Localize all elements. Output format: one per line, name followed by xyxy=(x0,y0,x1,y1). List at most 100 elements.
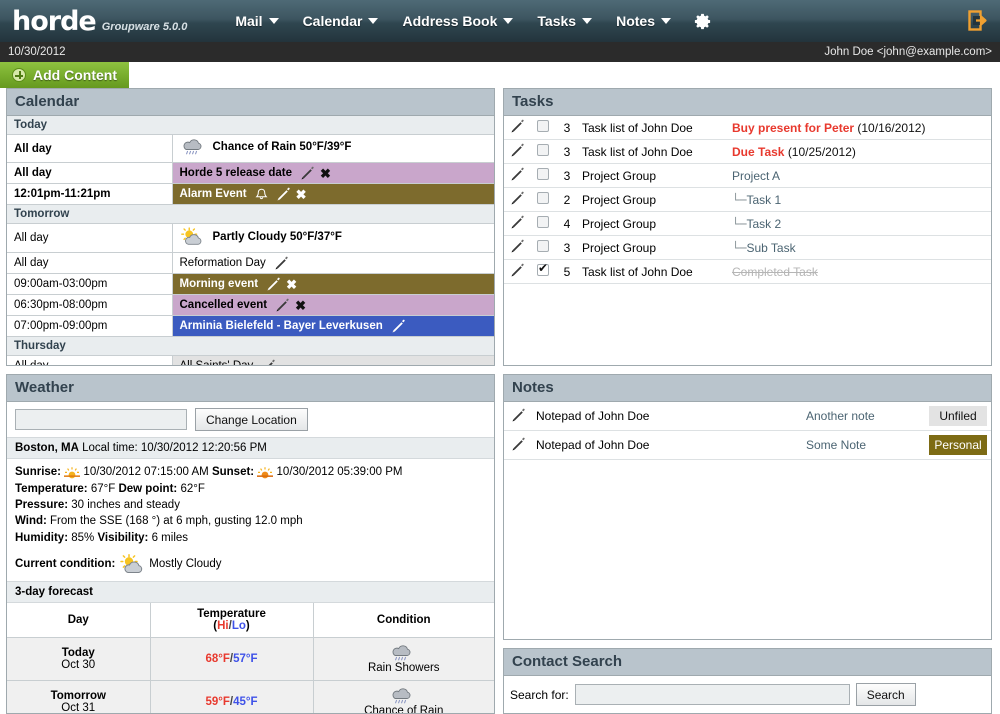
change-location-button[interactable]: Change Location xyxy=(195,408,308,432)
task-edit-button[interactable] xyxy=(504,259,530,285)
delete-icon[interactable]: ✖ xyxy=(286,278,297,291)
task-row[interactable]: 3 Task list of John Doe Due Task (10/25/20… xyxy=(504,139,991,165)
task-row[interactable]: 4 Project Group └─Task 2 xyxy=(504,211,991,237)
menu-item-calendar[interactable]: Calendar xyxy=(291,7,391,35)
task-edit-button[interactable] xyxy=(504,235,530,261)
calendar-event-title[interactable]: Horde 5 release date xyxy=(180,167,293,179)
calendar-event-title[interactable]: Arminia Bielefeld - Bayer Leverkusen xyxy=(180,320,383,332)
event-edit-button[interactable] xyxy=(266,277,281,291)
note-edit-button[interactable] xyxy=(504,402,532,432)
calendar-event-title[interactable]: Alarm Event xyxy=(180,188,247,200)
task-edit-button[interactable] xyxy=(504,163,530,189)
calendar-event-row[interactable]: All day Horde 5 release date ✖ xyxy=(7,162,494,185)
task-name[interactable]: Due Task xyxy=(732,145,784,159)
event-edit-button[interactable] xyxy=(275,298,290,312)
calendar-event-title[interactable]: Reformation Day xyxy=(180,257,266,269)
contact-search-input[interactable] xyxy=(574,684,850,706)
calendar-event-title[interactable]: Chance of Rain 50°F/39°F xyxy=(213,141,352,153)
task-row[interactable]: 2 Project Group └─Task 1 xyxy=(504,187,991,213)
task-complete-checkbox[interactable] xyxy=(530,139,556,165)
checkbox-icon[interactable] xyxy=(537,262,549,277)
calendar-event-row[interactable]: 12:01pm-11:21pm Alarm Event ✖ xyxy=(7,183,494,206)
calendar-event-title[interactable]: Morning event xyxy=(180,278,259,290)
delete-icon[interactable]: ✖ xyxy=(320,167,331,180)
checkbox-icon[interactable] xyxy=(537,144,549,157)
task-name-cell[interactable]: Due Task (10/25/2012) xyxy=(728,139,991,165)
task-name-cell[interactable]: └─Sub Task xyxy=(728,235,991,261)
event-edit-button[interactable] xyxy=(276,187,291,201)
task-complete-checkbox[interactable] xyxy=(530,211,556,237)
calendar-event-row[interactable]: All day Partly Cloudy 50°F/37°F xyxy=(7,223,494,254)
menu-item-notes[interactable]: Notes xyxy=(604,7,683,35)
task-complete-checkbox[interactable] xyxy=(530,116,556,141)
task-name-cell[interactable]: Buy present for Peter (10/16/2012) xyxy=(728,116,991,141)
task-complete-checkbox[interactable] xyxy=(530,187,556,213)
menu-item-tasks[interactable]: Tasks xyxy=(525,7,604,35)
task-row[interactable]: 3 Task list of John Doe Buy present for Pe… xyxy=(504,116,991,141)
task-name[interactable]: Completed Task xyxy=(732,265,818,279)
note-row[interactable]: Notepad of John Doe Another note Unfiled xyxy=(504,402,991,432)
note-title[interactable]: Some Note xyxy=(802,430,925,461)
task-row[interactable]: 5Task list of John Doe Completed Task xyxy=(504,259,991,285)
task-row[interactable]: 3 Project Group Project A xyxy=(504,163,991,189)
task-name-cell[interactable]: └─Task 2 xyxy=(728,211,991,237)
calendar-event-row[interactable]: All day Reformation Day xyxy=(7,252,494,275)
event-edit-button[interactable] xyxy=(300,166,315,180)
event-delete-button[interactable]: ✖ xyxy=(296,188,307,201)
task-edit-button[interactable] xyxy=(504,187,530,213)
task-name-cell[interactable]: Completed Task xyxy=(728,259,991,285)
checkbox-icon[interactable] xyxy=(537,240,549,253)
event-edit-button[interactable] xyxy=(391,319,406,333)
calendar-event-row[interactable]: All day Chance of Rain 50°F/39°F xyxy=(7,134,494,164)
calendar-event-cell[interactable]: Horde 5 release date ✖ xyxy=(172,162,494,185)
settings-button[interactable] xyxy=(683,6,722,37)
calendar-event-cell[interactable]: Arminia Bielefeld - Bayer Leverkusen xyxy=(172,315,494,338)
task-complete-checkbox[interactable] xyxy=(530,235,556,261)
task-name[interactable]: Project A xyxy=(732,169,780,183)
task-edit-button[interactable] xyxy=(504,116,530,141)
calendar-event-cell[interactable]: Morning event ✖ xyxy=(172,273,494,296)
calendar-event-row[interactable]: 07:00pm-09:00pm Arminia Bielefeld - Bayer… xyxy=(7,315,494,338)
task-name[interactable]: Buy present for Peter xyxy=(732,121,854,135)
calendar-event-title[interactable]: All Saints' Day xyxy=(180,360,254,365)
checkbox-icon[interactable] xyxy=(537,192,549,205)
calendar-event-cell[interactable]: All Saints' Day xyxy=(172,355,494,365)
delete-icon[interactable]: ✖ xyxy=(296,188,307,201)
task-name[interactable]: Task 2 xyxy=(746,217,781,231)
calendar-event-row[interactable]: 09:00am-03:00pm Morning event ✖ xyxy=(7,273,494,296)
task-edit-button[interactable] xyxy=(504,139,530,165)
calendar-event-cell[interactable]: Partly Cloudy 50°F/37°F xyxy=(172,223,494,254)
calendar-event-cell[interactable]: Cancelled event ✖ xyxy=(172,294,494,317)
calendar-event-cell[interactable]: Alarm Event ✖ xyxy=(172,183,494,206)
note-row[interactable]: Notepad of John Doe Some Note Personal xyxy=(504,430,991,461)
calendar-event-cell[interactable]: Chance of Rain 50°F/39°F xyxy=(172,134,494,164)
delete-icon[interactable]: ✖ xyxy=(295,299,306,312)
calendar-event-cell[interactable]: Reformation Day xyxy=(172,252,494,275)
task-name-cell[interactable]: └─Task 1 xyxy=(728,187,991,213)
task-complete-checkbox[interactable] xyxy=(530,259,556,285)
calendar-event-row[interactable]: All day All Saints' Day xyxy=(7,355,494,365)
calendar-event-title[interactable]: Cancelled event xyxy=(180,299,268,311)
menu-item-mail[interactable]: Mail xyxy=(223,7,290,35)
task-name[interactable]: Task 1 xyxy=(746,193,781,207)
menu-item-address-book[interactable]: Address Book xyxy=(390,7,525,35)
horde-logo[interactable]: horde Groupware 5.0.0 xyxy=(12,8,187,35)
logout-button[interactable] xyxy=(968,10,988,31)
calendar-event-title[interactable]: Partly Cloudy 50°F/37°F xyxy=(213,231,342,243)
contact-search-button[interactable]: Search xyxy=(855,683,916,707)
event-delete-button[interactable]: ✖ xyxy=(295,299,306,312)
weather-location-input[interactable] xyxy=(15,409,187,431)
event-delete-button[interactable]: ✖ xyxy=(286,278,297,291)
task-row[interactable]: 3 Project Group └─Sub Task xyxy=(504,235,991,261)
note-edit-button[interactable] xyxy=(504,430,532,461)
calendar-event-row[interactable]: 06:30pm-08:00pm Cancelled event ✖ xyxy=(7,294,494,317)
checkbox-icon[interactable] xyxy=(537,216,549,229)
add-content-button[interactable]: Add Content xyxy=(0,62,130,88)
task-name-cell[interactable]: Project A xyxy=(728,163,991,189)
event-delete-button[interactable]: ✖ xyxy=(320,167,331,180)
event-edit-button[interactable] xyxy=(274,256,289,270)
task-complete-checkbox[interactable] xyxy=(530,163,556,189)
checkbox-icon[interactable] xyxy=(537,168,549,181)
event-edit-button[interactable] xyxy=(261,359,276,365)
task-name[interactable]: Sub Task xyxy=(746,241,795,255)
